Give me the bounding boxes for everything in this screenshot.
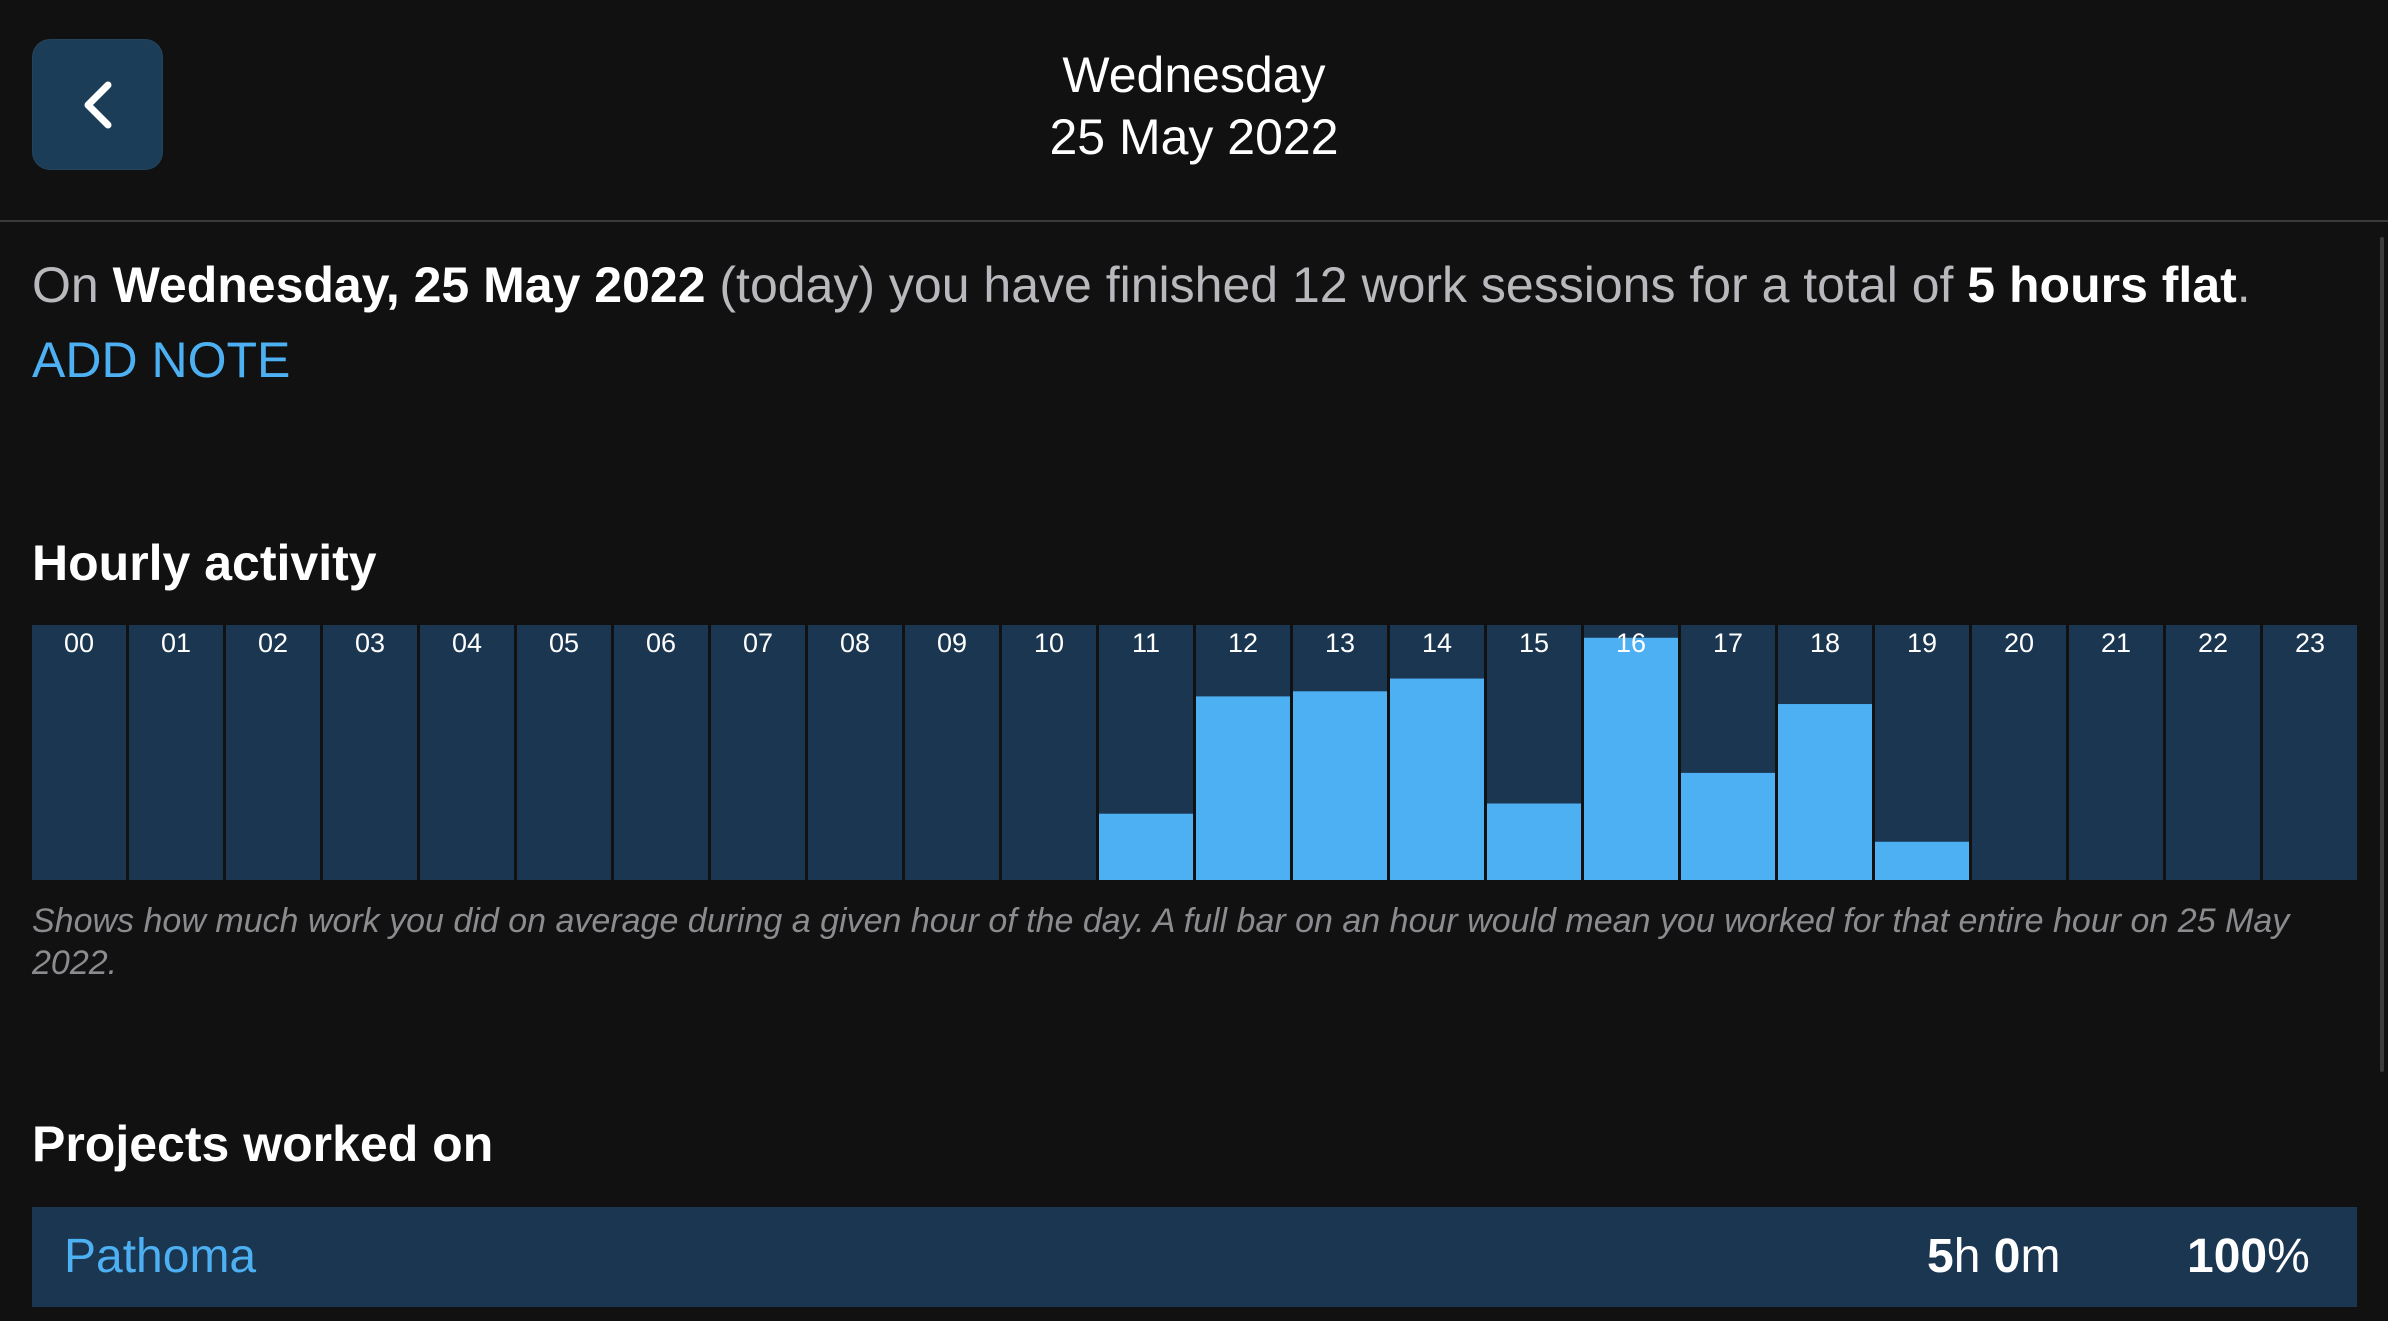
project-percent: 100% [2187, 1227, 2310, 1287]
project-minutes: 0 [1993, 1230, 2021, 1283]
bar-track-05 [517, 625, 611, 880]
hourly-activity-title: Hourly activity [32, 535, 377, 591]
summary-middle: (today) you have finished 12 work sessio… [705, 257, 1968, 313]
project-percent-value: 100 [2187, 1230, 2268, 1283]
bar-track-06 [614, 625, 708, 880]
hour-label-03: 03 [355, 628, 385, 658]
bar-track-20 [1972, 625, 2066, 880]
title-day: Wednesday [1062, 47, 1326, 103]
hour-label-10: 10 [1034, 628, 1064, 658]
bar-track-03 [323, 625, 417, 880]
hour-label-07: 07 [743, 628, 773, 658]
bar-12 [1196, 696, 1290, 880]
bar-track-10 [1002, 625, 1096, 880]
bar-track-22 [2166, 625, 2260, 880]
title-date: 25 May 2022 [1049, 109, 1339, 165]
bar-16 [1584, 637, 1678, 880]
hour-label-08: 08 [840, 628, 870, 658]
project-row-pathoma[interactable]: Pathoma 5h 0m 100% [32, 1207, 2357, 1307]
bar-track-04 [420, 625, 514, 880]
bar-track-01 [129, 625, 223, 880]
hour-label-11: 11 [1132, 628, 1160, 658]
bar-13 [1293, 691, 1387, 880]
hour-label-16: 16 [1616, 628, 1646, 658]
project-minutes-unit: m [2020, 1230, 2061, 1283]
hour-label-02: 02 [258, 628, 288, 658]
day-summary: On Wednesday, 25 May 2022 (today) you ha… [32, 252, 2362, 318]
project-hours-unit: h [1953, 1230, 1994, 1283]
bar-14 [1390, 678, 1484, 880]
hour-label-15: 15 [1519, 628, 1549, 658]
hour-label-06: 06 [646, 628, 676, 658]
bar-track-07 [711, 625, 805, 880]
scrollbar[interactable] [2380, 237, 2384, 1072]
hour-label-01: 01 [161, 628, 191, 658]
hour-label-21: 21 [2101, 628, 2131, 658]
hourly-activity-chart: 00 01 02 03 04 05 06 07 08 09 10 11 12 13 14 15 16 17 18 19… [32, 625, 2357, 880]
bar-track-23 [2263, 625, 2357, 880]
hour-label-20: 20 [2004, 628, 2034, 658]
bar-19 [1875, 841, 1969, 880]
hour-label-12: 12 [1228, 628, 1258, 658]
hour-label-17: 17 [1713, 628, 1743, 658]
header-bar: Wednesday 25 May 2022 [0, 0, 2388, 222]
bar-track-02 [226, 625, 320, 880]
hour-label-05: 05 [549, 628, 579, 658]
projects-title: Projects worked on [32, 1116, 494, 1172]
hourly-chart-caption: Shows how much work you did on average d… [32, 902, 2290, 982]
hour-label-13: 13 [1325, 628, 1355, 658]
bar-track-08 [808, 625, 902, 880]
bar-17 [1681, 772, 1775, 880]
hour-label-23: 23 [2295, 628, 2325, 658]
bar-11 [1099, 813, 1193, 880]
bar-track-09 [905, 625, 999, 880]
project-percent-unit: % [2267, 1230, 2310, 1283]
project-duration: 5h 0m [1927, 1227, 2060, 1287]
hour-label-04: 04 [452, 628, 482, 658]
hour-label-09: 09 [937, 628, 967, 658]
project-name: Pathoma [64, 1230, 257, 1283]
page-title: Wednesday 25 May 2022 [0, 44, 2388, 168]
bar-18 [1778, 704, 1872, 880]
bar-track-21 [2069, 625, 2163, 880]
summary-total: 5 hours flat [1967, 257, 2237, 313]
hour-label-14: 14 [1422, 628, 1452, 658]
hour-label-00: 00 [64, 628, 94, 658]
add-note-button[interactable]: ADD NOTE [32, 330, 290, 390]
hour-label-22: 22 [2198, 628, 2228, 658]
hour-label-18: 18 [1810, 628, 1840, 658]
bar-15 [1487, 803, 1581, 880]
project-hours: 5 [1927, 1230, 1954, 1283]
summary-date: Wednesday, 25 May 2022 [112, 257, 706, 313]
summary-suffix: . [2236, 257, 2251, 313]
summary-prefix: On [32, 257, 113, 313]
bar-track-00 [32, 625, 126, 880]
hour-label-19: 19 [1907, 628, 1937, 658]
